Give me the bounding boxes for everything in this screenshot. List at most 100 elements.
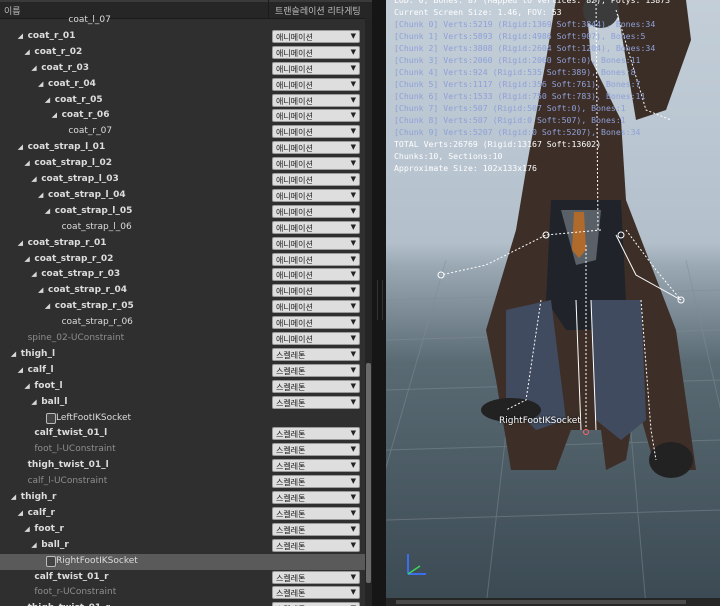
- retarget-mode-dropdown[interactable]: 애니메이션 ▼: [272, 284, 360, 298]
- bone-row[interactable]: ◢ foot_l 스켈레톤 ▼: [0, 379, 365, 395]
- bone-row[interactable]: ◢ coat_strap_r_03 애니메이션 ▼: [0, 267, 365, 283]
- bone-row[interactable]: coat_r_07 애니메이션 ▼: [0, 124, 365, 140]
- expand-arrow-icon[interactable]: ◢: [45, 207, 50, 215]
- retarget-mode-dropdown[interactable]: 스켈레톤▼: [272, 379, 360, 393]
- retarget-mode-dropdown[interactable]: 애니메이션 ▼: [272, 316, 360, 330]
- bone-row[interactable]: ◢ coat_strap_l_02 애니메이션 ▼: [0, 156, 365, 172]
- bone-row[interactable]: thigh_twist_01_l 스켈레톤 ▼: [0, 458, 365, 474]
- expand-arrow-icon[interactable]: ◢: [24, 382, 29, 390]
- retarget-mode-dropdown[interactable]: 스켈레톤▼: [272, 475, 360, 489]
- retarget-mode-dropdown[interactable]: 스켈레톤▼: [272, 522, 360, 536]
- retarget-mode-dropdown[interactable]: 스켈레톤▼: [272, 459, 360, 473]
- bone-row[interactable]: calf_twist_01_r 스켈레톤 ▼: [0, 570, 365, 586]
- retarget-mode-dropdown[interactable]: 애니메이션 ▼: [272, 77, 360, 91]
- expand-arrow-icon[interactable]: ◢: [24, 255, 29, 263]
- retarget-mode-dropdown[interactable]: 애니메이션 ▼: [272, 125, 360, 139]
- retarget-mode-dropdown[interactable]: 애니메이션 ▼: [272, 300, 360, 314]
- bone-row[interactable]: ◢ coat_r_05 애니메이션 ▼: [0, 93, 365, 109]
- bone-row[interactable]: coat_strap_l_06 애니메이션 ▼: [0, 220, 365, 236]
- expand-arrow-icon[interactable]: ◢: [31, 541, 36, 549]
- bone-row[interactable]: ◢ coat_r_04 애니메이션 ▼: [0, 77, 365, 93]
- bone-row[interactable]: ◢ coat_r_06 애니메이션 ▼: [0, 108, 365, 124]
- bone-row[interactable]: ◢ coat_strap_l_01 애니메이션 ▼: [0, 140, 365, 156]
- expand-arrow-icon[interactable]: ◢: [45, 302, 50, 310]
- retarget-mode-dropdown[interactable]: 스켈레톤▼: [272, 570, 360, 584]
- retarget-mode-dropdown[interactable]: 애니메이션 ▼: [272, 61, 360, 75]
- expand-arrow-icon[interactable]: ◢: [31, 398, 36, 406]
- bone-row[interactable]: ◢ coat_strap_l_05 애니메이션 ▼: [0, 204, 365, 220]
- retarget-mode-dropdown[interactable]: 스켈레톤▼: [272, 347, 360, 361]
- retarget-mode-dropdown[interactable]: 스켈레톤▼: [272, 491, 360, 504]
- retarget-mode-dropdown[interactable]: 애니메이션 ▼: [272, 332, 360, 345]
- splitter-grip[interactable]: [377, 280, 383, 320]
- bone-row[interactable]: foot_l-UConstraint 스켈레톤 ▼: [0, 442, 365, 458]
- retarget-mode-dropdown[interactable]: 스켈레톤▼: [272, 363, 360, 377]
- bone-row[interactable]: coat_l_07: [0, 13, 365, 29]
- expand-arrow-icon[interactable]: ◢: [38, 191, 43, 199]
- panel-splitter[interactable]: [372, 0, 386, 606]
- expand-arrow-icon[interactable]: ◢: [11, 350, 16, 358]
- bone-row[interactable]: LeftFootIKSocket: [0, 411, 365, 427]
- expand-arrow-icon[interactable]: ◢: [38, 286, 43, 294]
- viewport-scrollbar-thumb[interactable]: [396, 600, 686, 604]
- bone-row[interactable]: ◢ calf_l 스켈레톤 ▼: [0, 363, 365, 379]
- tree-scrollbar[interactable]: [365, 18, 372, 606]
- expand-arrow-icon[interactable]: ◢: [45, 96, 50, 104]
- bone-row[interactable]: foot_r-UConstraint 스켈레톤 ▼: [0, 585, 365, 601]
- retarget-mode-dropdown[interactable]: 스켈레톤▼: [272, 602, 360, 606]
- expand-arrow-icon[interactable]: ◢: [31, 175, 36, 183]
- retarget-mode-dropdown[interactable]: 스켈레톤▼: [272, 506, 360, 520]
- bone-row[interactable]: calf_twist_01_l 스켈레톤 ▼: [0, 426, 365, 442]
- bone-row[interactable]: ◢ calf_r 스켈레톤 ▼: [0, 506, 365, 522]
- retarget-mode-dropdown[interactable]: 스켈레톤▼: [272, 395, 360, 409]
- retarget-mode-dropdown[interactable]: 애니메이션 ▼: [272, 109, 360, 123]
- tree-scrollbar-thumb[interactable]: [366, 363, 371, 583]
- expand-arrow-icon[interactable]: ◢: [24, 48, 29, 56]
- expand-arrow-icon[interactable]: ◢: [11, 493, 16, 501]
- retarget-mode-dropdown[interactable]: 애니메이션 ▼: [272, 157, 360, 171]
- bone-row[interactable]: ◢ coat_strap_l_03 애니메이션 ▼: [0, 172, 365, 188]
- bone-row[interactable]: ◢ coat_strap_r_01 애니메이션 ▼: [0, 236, 365, 252]
- bone-row[interactable]: spine_02-UConstraint 애니메이션 ▼: [0, 331, 365, 347]
- bone-row[interactable]: ◢ coat_r_02 애니메이션 ▼: [0, 45, 365, 61]
- retarget-mode-dropdown[interactable]: 애니메이션 ▼: [272, 204, 360, 218]
- retarget-mode-dropdown[interactable]: 스켈레톤▼: [272, 538, 360, 552]
- expand-arrow-icon[interactable]: ◢: [31, 270, 36, 278]
- retarget-mode-dropdown[interactable]: 스켈레톤▼: [272, 586, 360, 600]
- expand-arrow-icon[interactable]: ◢: [18, 32, 23, 40]
- retarget-mode-dropdown[interactable]: 애니메이션 ▼: [272, 236, 360, 250]
- bone-row[interactable]: ◢ coat_strap_l_04 애니메이션 ▼: [0, 188, 365, 204]
- bone-row[interactable]: ◢ coat_strap_r_05 애니메이션 ▼: [0, 299, 365, 315]
- bone-row[interactable]: thigh_twist_01_r스켈레톤▼: [0, 601, 365, 606]
- bone-row[interactable]: ◢ ball_r 스켈레톤 ▼: [0, 538, 365, 554]
- bone-row[interactable]: ◢ foot_r 스켈레톤 ▼: [0, 522, 365, 538]
- bone-row[interactable]: ◢ thigh_r 스켈레톤 ▼: [0, 490, 365, 506]
- retarget-mode-dropdown[interactable]: 애니메이션 ▼: [272, 252, 360, 266]
- bone-row[interactable]: ◢ coat_strap_r_04 애니메이션 ▼: [0, 283, 365, 299]
- retarget-mode-dropdown[interactable]: 애니메이션 ▼: [272, 45, 360, 59]
- retarget-mode-dropdown[interactable]: 스켈레톤▼: [272, 427, 360, 441]
- retarget-mode-dropdown[interactable]: 애니메이션 ▼: [272, 141, 360, 155]
- bone-row[interactable]: RightFootIKSocket: [0, 553, 365, 570]
- retarget-mode-dropdown[interactable]: 애니메이션 ▼: [272, 188, 360, 202]
- bone-row[interactable]: ◢ ball_l 스켈레톤 ▼: [0, 395, 365, 411]
- retarget-mode-dropdown[interactable]: 애니메이션 ▼: [272, 173, 360, 186]
- bone-row[interactable]: coat_strap_r_06 애니메이션 ▼: [0, 315, 365, 331]
- expand-arrow-icon[interactable]: ◢: [38, 80, 43, 88]
- expand-arrow-icon[interactable]: ◢: [18, 239, 23, 247]
- expand-arrow-icon[interactable]: ◢: [18, 143, 23, 151]
- expand-arrow-icon[interactable]: ◢: [24, 159, 29, 167]
- expand-arrow-icon[interactable]: ◢: [52, 111, 57, 119]
- expand-arrow-icon[interactable]: ◢: [18, 366, 23, 374]
- bone-row[interactable]: ◢ coat_strap_r_02 애니메이션 ▼: [0, 252, 365, 268]
- bone-row[interactable]: ◢ coat_r_03 애니메이션 ▼: [0, 61, 365, 77]
- bone-row[interactable]: ◢ coat_r_01 애니메이션 ▼: [0, 29, 365, 45]
- retarget-mode-dropdown[interactable]: 스켈레톤▼: [272, 443, 360, 457]
- bone-row[interactable]: calf_l-UConstraint 스켈레톤 ▼: [0, 474, 365, 490]
- expand-arrow-icon[interactable]: ◢: [24, 525, 29, 533]
- viewport-scrollbar[interactable]: [386, 598, 720, 606]
- expand-arrow-icon[interactable]: ◢: [31, 64, 36, 72]
- retarget-mode-dropdown[interactable]: 애니메이션 ▼: [272, 29, 360, 43]
- retarget-mode-dropdown[interactable]: 애니메이션 ▼: [272, 268, 360, 282]
- bone-row[interactable]: ◢ thigh_l 스켈레톤 ▼: [0, 347, 365, 363]
